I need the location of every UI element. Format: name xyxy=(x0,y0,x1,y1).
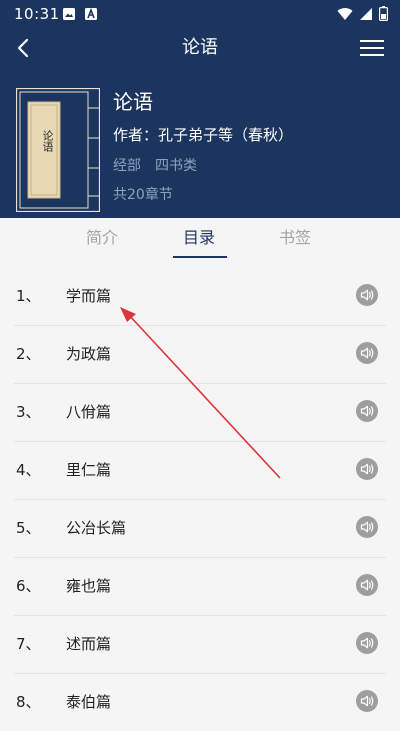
chapter-number: 4、 xyxy=(16,461,41,479)
chapter-title: 里仁篇 xyxy=(66,461,112,479)
chapter-title: 学而篇 xyxy=(66,287,112,305)
signal-icon xyxy=(360,7,372,20)
chapter-row[interactable]: 7、 述而篇 xyxy=(14,616,386,674)
book-category: 经部 四书类 xyxy=(113,156,197,176)
nav-bar: 论语 xyxy=(0,28,400,68)
tab-intro[interactable]: 简介 xyxy=(86,227,118,249)
speaker-icon[interactable] xyxy=(356,574,378,596)
chapter-title: 为政篇 xyxy=(66,345,112,363)
book-author: 作者：孔子弟子等（春秋） xyxy=(113,126,294,144)
category-primary: 经部 xyxy=(113,158,141,174)
tab-bar: 简介 目录 书签 xyxy=(0,218,400,260)
cover-title: 论语 xyxy=(41,130,54,152)
speaker-icon[interactable] xyxy=(356,400,378,422)
chapter-count: 共20章节 xyxy=(113,187,173,203)
chapter-title: 公冶长篇 xyxy=(66,519,127,537)
speaker-icon[interactable] xyxy=(356,284,378,306)
hamburger-menu-icon xyxy=(360,40,384,56)
chapter-title: 雍也篇 xyxy=(66,577,112,595)
chapter-row[interactable]: 3、 八佾篇 xyxy=(14,384,386,442)
chapter-row[interactable]: 5、 公冶长篇 xyxy=(14,500,386,558)
book-title: 论语 xyxy=(113,90,153,114)
category-secondary: 四书类 xyxy=(155,158,197,174)
chapter-row[interactable]: 2、 为政篇 xyxy=(14,326,386,384)
chapter-row[interactable]: 6、 雍也篇 xyxy=(14,558,386,616)
app-notification-icon xyxy=(85,7,97,20)
speaker-icon[interactable] xyxy=(356,342,378,364)
speaker-icon[interactable] xyxy=(356,458,378,480)
status-time: 10:31 xyxy=(14,5,60,23)
speaker-icon[interactable] xyxy=(356,516,378,538)
book-cover-illustration xyxy=(15,87,101,213)
active-tab-indicator xyxy=(173,256,227,258)
chapter-list: 1、 学而篇 2、 为政篇 3、 八佾篇 4、 里仁篇 5、 公冶长篇 6、 雍… xyxy=(0,268,400,731)
status-system-icons xyxy=(337,6,388,21)
battery-icon xyxy=(379,6,388,21)
chapter-number: 5、 xyxy=(16,519,41,537)
chapter-title: 述而篇 xyxy=(66,635,112,653)
book-info: 论语 论语 作者：孔子弟子等（春秋） 经部 四书类 共20章节 xyxy=(0,80,400,218)
chapter-number: 6、 xyxy=(16,577,41,595)
chapter-number: 7、 xyxy=(16,635,41,653)
chapter-number: 3、 xyxy=(16,403,41,421)
tab-contents[interactable]: 目录 xyxy=(183,227,215,249)
speaker-icon[interactable] xyxy=(356,632,378,654)
page-title: 论语 xyxy=(182,37,218,58)
wifi-icon xyxy=(337,7,353,20)
menu-button[interactable] xyxy=(358,35,386,61)
tab-bookmarks[interactable]: 书签 xyxy=(279,227,311,249)
chapter-title: 八佾篇 xyxy=(66,403,112,421)
speaker-icon[interactable] xyxy=(356,690,378,712)
chapter-title: 泰伯篇 xyxy=(66,693,112,711)
chapter-number: 8、 xyxy=(16,693,41,711)
status-bar: 10:31 xyxy=(0,0,400,28)
status-notifications xyxy=(62,7,98,21)
chapter-row[interactable]: 1、 学而篇 xyxy=(14,268,386,326)
book-cover: 论语 xyxy=(15,87,101,213)
chapter-row[interactable]: 8、 泰伯篇 xyxy=(14,674,386,731)
chapter-row[interactable]: 4、 里仁篇 xyxy=(14,442,386,500)
chapter-number: 2、 xyxy=(16,345,41,363)
image-notification-icon xyxy=(63,8,75,20)
chapter-number: 1、 xyxy=(16,287,41,305)
